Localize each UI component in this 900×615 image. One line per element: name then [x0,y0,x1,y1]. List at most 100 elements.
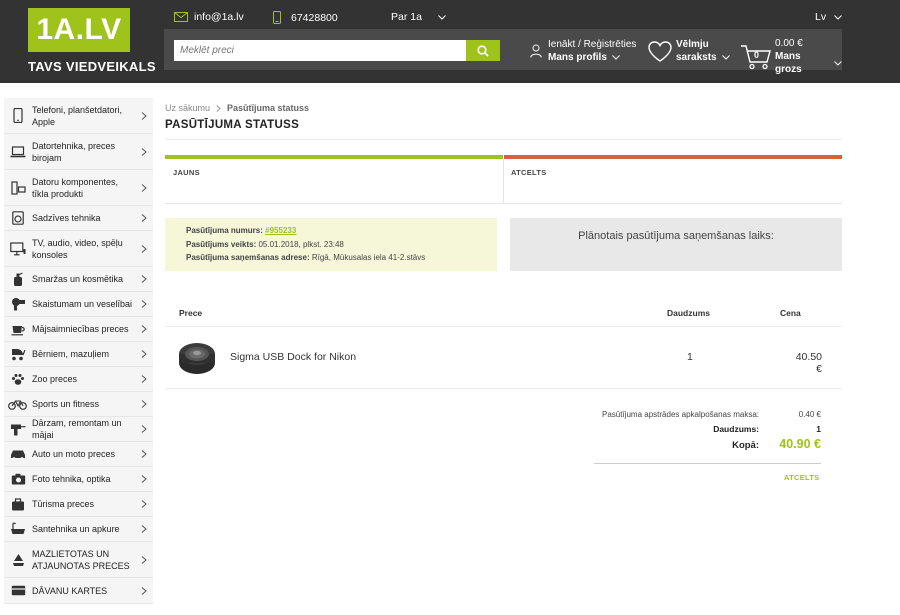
phone-icon [10,108,26,124]
sidebar-item-label: Datortehnika, preces birojam [32,140,116,163]
search-icon [477,44,489,57]
chevron-right-icon [141,475,147,483]
total-quantity-value: 1 [816,424,821,434]
suitcase-icon [10,496,26,512]
sidebar-item-label: Sports un fitness [32,399,100,409]
chevron-right-icon [141,275,147,283]
sidebar-item-label: Auto un moto preces [32,449,116,459]
breadcrumb: Uz sākumu Pasūtījuma statuss [165,103,309,113]
bathtub-icon [10,521,26,537]
cup-icon [10,321,26,337]
total-label: Kopā: [732,440,759,451]
table-row: Sigma USB Dock for Nikon 1 40.50 € [165,327,842,389]
pickup-time-box: Plānotais pasūtījuma saņemšanas laiks: [510,218,842,271]
sidebar-item-household[interactable]: Mājsaimniecības preces [4,317,153,342]
sidebar-item-label: DĀVANU KARTES [32,585,108,596]
sidebar-item-label: TV, audio, video, spēļu konsoles [32,237,123,260]
sidebar-item-kids[interactable]: Bērniem, mazuļiem [4,342,153,367]
sidebar-item-phones[interactable]: Telefoni, planšetdatori, Apple [4,98,153,134]
logo[interactable]: 1A.LV TAVS VIEDVEIKALS [28,8,156,78]
fee-value: 0.40 € [798,410,821,419]
sidebar-item-tourism[interactable]: Tūrisma preces [4,492,153,517]
sidebar-item-refurbished[interactable]: MAZLIETOTAS UN ATJAUNOTAS PRECES [4,542,153,578]
cart-menu[interactable]: 0 0.00 € Mans grozs [740,37,842,76]
order-date-value: 05.01.2018, plkst. 23:48 [258,239,344,249]
sidebar-item-zoo[interactable]: Zoo preces [4,367,153,392]
sidebar-item-appliances[interactable]: Sadzīves tehnika [4,206,153,231]
wishlist-label-2: saraksts [676,52,717,63]
sidebar-item-perfume[interactable]: Smaržas un kosmētika [4,267,153,292]
product-price: 40.50 € [795,351,822,375]
email-text: info@1a.lv [194,11,244,23]
car-icon [10,446,26,462]
order-address-value: Rīgā, Mūkusalas iela 41-2.stāvs [311,253,426,262]
breadcrumb-current: Pasūtījuma statuss [227,103,310,113]
user-icon [530,44,542,58]
divider [165,139,842,140]
chevron-right-icon [141,325,147,333]
divider [165,203,842,204]
chevron-right-icon [141,214,147,222]
about-dropdown[interactable]: Par 1a [391,11,446,23]
sidebar-item-sports[interactable]: Sports un fitness [4,392,153,417]
sidebar-item-components[interactable]: Datoru komponentes, tīkla produkti [4,170,153,206]
category-sidebar: Telefoni, planšetdatori, Apple Datortehn… [4,98,153,604]
search-input[interactable] [174,40,466,61]
chevron-right-icon [141,350,147,358]
drill-icon [10,421,26,437]
product-name[interactable]: Sigma USB Dock for Nikon [230,351,356,363]
divider [594,463,821,464]
sidebar-item-label: Mājsaimniecības preces [32,324,129,334]
chevron-down-icon [834,60,842,66]
account-menu[interactable]: Ienākt / Reģistrēties Mans profils [530,38,636,64]
chevron-right-icon [141,183,147,192]
chevron-right-icon [141,300,147,308]
phone-link[interactable]: 67428800 [273,11,338,24]
sidebar-item-computers[interactable]: Datortehnika, preces birojam [4,134,153,170]
sidebar-item-gift-cards[interactable]: DĀVANU KARTES [4,578,153,604]
sidebar-item-auto[interactable]: Auto un moto preces [4,442,153,467]
sidebar-item-label: Smaržas un kosmētika [32,274,124,284]
search-button[interactable] [466,40,500,61]
chevron-right-icon [141,500,147,508]
quantity-row: Daudzums: 1 [594,422,821,436]
chevron-right-icon [141,586,147,595]
sidebar-item-plumbing[interactable]: Santehnika un apkure [4,517,153,542]
sidebar-item-label: Zoo preces [32,374,78,384]
cart-label: Mans grozs [775,51,802,75]
chevron-right-icon [141,375,147,383]
sidebar-item-label: MAZLIETOTAS UN ATJAUNOTAS PRECES [32,548,130,571]
cancelled-status-link[interactable]: ATCELTS [784,473,820,482]
column-header-quantity: Daudzums [667,308,710,318]
bicycle-icon [8,396,27,412]
order-number-label: Pasūtījuma numurs: [186,226,263,235]
chevron-right-icon [141,450,147,458]
language-dropdown[interactable]: Lv [815,11,842,23]
gift-card-icon [10,583,26,599]
order-address-label: Pasūtījuma saņemšanas adrese: [186,253,310,262]
sidebar-item-garden[interactable]: Dārzam, remontam un mājai [4,417,153,442]
sidebar-item-label: Bērniem, mazuļiem [32,349,110,359]
sidebar-item-beauty[interactable]: Skaistumam un veselībai [4,292,153,317]
chevron-down-icon [721,55,730,60]
heart-icon [648,40,672,62]
breadcrumb-home-link[interactable]: Uz sākumu [165,103,210,113]
status-bar-new [165,155,503,159]
wishlist-label-1: Vēlmju [676,39,709,50]
hairdryer-icon [10,296,26,312]
wishlist-menu[interactable]: Vēlmju saraksts [648,38,730,64]
email-link[interactable]: info@1a.lv [174,11,244,23]
sidebar-item-label: Skaistumam un veselībai [32,299,133,309]
login-register-link[interactable]: Ienākt / Reģistrēties [548,38,636,51]
language-label: Lv [815,11,827,23]
recycle-icon [10,552,26,568]
sidebar-item-label: Foto tehnika, optika [32,474,111,484]
product-image[interactable] [178,340,216,376]
logo-tagline: TAVS VIEDVEIKALS [28,59,156,74]
sidebar-item-tv[interactable]: TV, audio, video, spēļu konsoles [4,231,153,267]
order-number-link[interactable]: #955233 [265,226,296,235]
chevron-right-icon [141,111,147,120]
sidebar-item-photo[interactable]: Foto tehnika, optika [4,467,153,492]
cart-amount: 0.00 € [775,38,803,49]
sidebar-item-label: Dārzam, remontam un mājai [32,418,122,440]
